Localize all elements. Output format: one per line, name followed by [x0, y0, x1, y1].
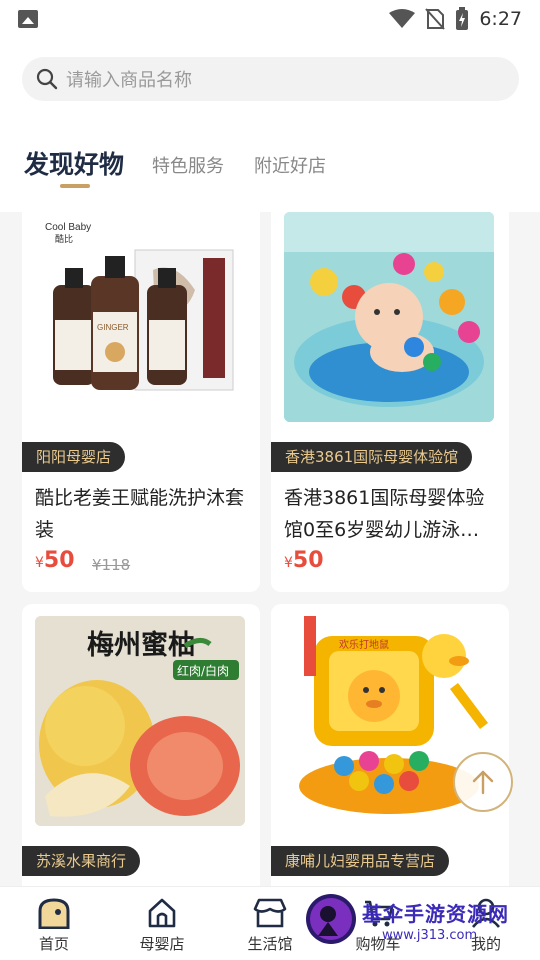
no-sim-icon [425, 8, 446, 30]
watermark-url: www.j313.com [382, 928, 478, 943]
status-bar: 6:27 [0, 0, 540, 38]
ginger-set-image: Cool Baby 酷比 GINGER [45, 222, 234, 391]
pomelo-image: 梅州蜜柚 红肉/白肉 [35, 616, 245, 826]
arrow-up-icon [472, 770, 494, 795]
category-tabs: 发现好物 特色服务 附近好店 [24, 140, 356, 200]
product-title[interactable]: 香港3861国际母婴体验馆0至6岁婴幼儿游泳… [284, 482, 496, 546]
shop-tag[interactable]: 苏溪水果商行 [22, 846, 141, 876]
store-icon [253, 898, 287, 928]
tab-nearby-shops[interactable]: 附近好店 [254, 142, 326, 192]
svg-text:红肉/白肉: 红肉/白肉 [177, 663, 229, 678]
status-time: 6:27 [479, 8, 522, 30]
shop-icon [148, 898, 176, 928]
product-image: Cool Baby 酷比 GINGER [35, 212, 245, 410]
home-icon [38, 898, 70, 929]
tab-discover[interactable]: 发现好物 [24, 140, 124, 190]
nav-home-label: 首页 [38, 935, 69, 953]
product-image [284, 212, 494, 422]
nav-baby-store[interactable]: 母婴店 [108, 887, 216, 960]
nav-baby-store-label: 母婴店 [139, 935, 185, 953]
nav-life-hall-label: 生活馆 [247, 935, 293, 953]
watermark: 基伞手游资源网 www.j313.com [304, 888, 534, 954]
shop-tag[interactable]: 康哺儿妇婴用品专营店 [271, 846, 450, 876]
product-price: ¥50 [284, 548, 324, 573]
watermark-title: 基伞手游资源网 [362, 902, 509, 926]
search-input[interactable]: 请输入商品名称 [66, 66, 192, 92]
baby-swimming-image [284, 212, 494, 422]
shop-tag[interactable]: 香港3861国际母婴体验馆 [271, 442, 473, 472]
back-to-top-button[interactable] [453, 752, 513, 812]
nav-home[interactable]: 首页 [0, 887, 108, 960]
currency-symbol: ¥ [284, 555, 293, 571]
product-image: 梅州蜜柚 红肉/白肉 [35, 616, 245, 826]
price-value: 50 [292, 548, 324, 573]
product-card-toy[interactable]: 欢乐打地鼠 康哺儿妇婴用品专营店 [271, 604, 509, 886]
tab-services[interactable]: 特色服务 [152, 142, 224, 192]
price-value: 50 [43, 548, 75, 573]
search-icon [36, 68, 58, 90]
svg-text:酷比: 酷比 [55, 233, 73, 244]
currency-symbol: ¥ [35, 555, 44, 571]
svg-text:欢乐打地鼠: 欢乐打地鼠 [339, 638, 389, 651]
product-price: ¥50 [35, 548, 75, 573]
product-card-baby-swim[interactable]: 香港3861国际母婴体验馆 香港3861国际母婴体验馆0至6岁婴幼儿游泳… ¥5… [271, 212, 509, 592]
battery-charging-icon [456, 7, 469, 30]
svg-text:GINGER: GINGER [97, 323, 129, 332]
watermark-logo-icon [306, 894, 356, 944]
original-price: ¥118 [92, 556, 131, 574]
gallery-notification-icon [18, 10, 38, 28]
svg-text:Cool Baby: Cool Baby [45, 222, 91, 233]
wifi-icon [389, 9, 416, 28]
shop-tag[interactable]: 阳阳母婴店 [22, 442, 126, 472]
product-card-pomelo[interactable]: 梅州蜜柚 红肉/白肉 苏溪水果商行 [22, 604, 260, 886]
search-bar[interactable]: 请输入商品名称 [22, 57, 519, 101]
svg-text:梅州蜜柚: 梅州蜜柚 [87, 630, 195, 661]
product-card-ginger[interactable]: Cool Baby 酷比 GINGER 阳阳母婴店 酷比老姜王赋能洗护沐套装 ¥… [22, 212, 260, 592]
product-title[interactable]: 酷比老姜王赋能洗护沐套装 [35, 482, 247, 546]
